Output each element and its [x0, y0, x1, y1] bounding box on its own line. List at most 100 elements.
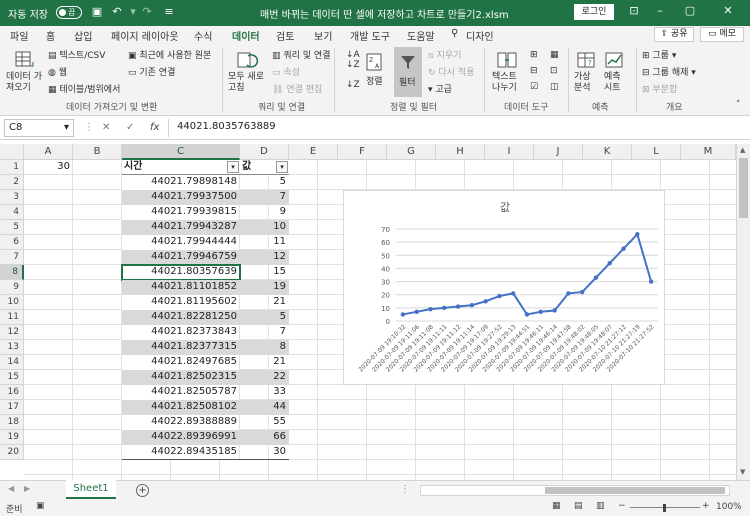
- customize-qat-icon[interactable]: ≡: [162, 5, 176, 19]
- row-header[interactable]: 5: [0, 220, 24, 235]
- table-cell-time[interactable]: 44021.79898148: [122, 175, 240, 190]
- table-cell-time[interactable]: 44021.82508102: [122, 400, 240, 415]
- column-header[interactable]: B: [73, 144, 122, 160]
- recent-sources-button[interactable]: ▣ 최근에 사용한 원본: [128, 48, 211, 61]
- row-header[interactable]: 15: [0, 370, 24, 385]
- table-cell-time[interactable]: 44021.82377315: [122, 340, 240, 355]
- vertical-scrollbar[interactable]: ▲ ▼: [736, 144, 750, 480]
- flash-fill-icon[interactable]: ⊞: [530, 50, 538, 60]
- redo-icon[interactable]: ↷: [140, 5, 154, 19]
- comments-button[interactable]: ▭ 메모: [700, 27, 744, 42]
- restore-icon[interactable]: ▢: [680, 4, 700, 20]
- table-cell-time[interactable]: 44021.79946759: [122, 250, 240, 265]
- minimize-icon[interactable]: –: [650, 4, 670, 20]
- save-icon[interactable]: ▣: [90, 5, 104, 19]
- login-button[interactable]: 로그인: [574, 4, 614, 20]
- table-cell-value[interactable]: 21: [240, 295, 289, 310]
- table-cell-value[interactable]: 8: [240, 340, 289, 355]
- row-header[interactable]: 17: [0, 400, 24, 415]
- table-cell-time[interactable]: 44021.82505787: [122, 385, 240, 400]
- cancel-icon[interactable]: ✕: [102, 122, 110, 133]
- table-header-value[interactable]: 값 ▾: [240, 160, 289, 175]
- filter-dropdown-icon[interactable]: ▾: [276, 161, 288, 173]
- row-header[interactable]: 12: [0, 325, 24, 340]
- macro-record-icon[interactable]: ▣: [36, 501, 45, 511]
- ribbon-display-icon[interactable]: ⊡: [624, 4, 644, 20]
- table-cell-value[interactable]: 33: [240, 385, 289, 400]
- scroll-down-icon[interactable]: ▼: [740, 468, 745, 476]
- relationships-icon[interactable]: ⊡: [550, 66, 558, 76]
- row-header[interactable]: 6: [0, 235, 24, 250]
- row-header[interactable]: 20: [0, 445, 24, 460]
- enter-icon[interactable]: ✓: [126, 122, 134, 133]
- row-header[interactable]: 16: [0, 385, 24, 400]
- table-cell-time[interactable]: 44021.79944444: [122, 235, 240, 250]
- table-cell-value[interactable]: 9: [240, 205, 289, 220]
- formula-input[interactable]: 44021.8035763889: [168, 119, 744, 137]
- zoom-level[interactable]: 100%: [716, 502, 742, 512]
- select-all-corner[interactable]: [0, 144, 24, 160]
- column-header[interactable]: D: [240, 144, 289, 160]
- remove-duplicates-icon[interactable]: ⊟: [530, 66, 538, 76]
- autosave-toggle[interactable]: 끔: [56, 6, 82, 19]
- name-box[interactable]: C8 ▾: [4, 119, 74, 137]
- cell-a1[interactable]: 30: [24, 160, 73, 175]
- table-cell-time[interactable]: 44022.89396991: [122, 430, 240, 445]
- insert-function-icon[interactable]: fx: [150, 122, 159, 133]
- zoom-in-icon[interactable]: +: [702, 501, 710, 511]
- from-table-button[interactable]: ▦ 테이블/범위에서: [48, 82, 120, 95]
- horizontal-scrollbar-thumb[interactable]: [545, 487, 725, 494]
- subtotal-button[interactable]: ⊠ 부분합: [642, 82, 677, 95]
- table-cell-time[interactable]: 44021.81195602: [122, 295, 240, 310]
- horizontal-scrollbar[interactable]: [420, 485, 730, 496]
- row-header[interactable]: 10: [0, 295, 24, 310]
- column-header[interactable]: K: [583, 144, 632, 160]
- table-cell-value[interactable]: 66: [240, 430, 289, 445]
- get-data-button[interactable]: 데이터 가져오기: [6, 72, 44, 94]
- table-cell-time[interactable]: 44021.79937500: [122, 190, 240, 205]
- table-cell-time[interactable]: 44021.82281250: [122, 310, 240, 325]
- column-header[interactable]: F: [338, 144, 387, 160]
- table-cell-value[interactable]: 7: [240, 190, 289, 205]
- scroll-tabs-right-icon[interactable]: ▶: [24, 484, 30, 493]
- close-icon[interactable]: ✕: [718, 4, 738, 20]
- filter-dropdown-icon[interactable]: ▾: [227, 161, 239, 173]
- tab-page-layout[interactable]: 페이지 레이아웃: [111, 28, 179, 43]
- table-header-time[interactable]: 시간 ▾: [122, 160, 240, 175]
- table-cell-value[interactable]: 19: [240, 280, 289, 295]
- from-web-button[interactable]: ◍ 웹: [48, 65, 67, 78]
- zoom-slider[interactable]: [630, 504, 700, 512]
- tab-formulas[interactable]: 수식: [194, 28, 212, 43]
- properties-button[interactable]: ▭ 속성: [272, 65, 300, 78]
- table-cell-value[interactable]: 44: [240, 400, 289, 415]
- row-header[interactable]: 14: [0, 355, 24, 370]
- row-header[interactable]: 8: [0, 265, 24, 280]
- scrollbar-thumb[interactable]: [739, 158, 748, 218]
- table-cell-value[interactable]: 5: [240, 175, 289, 190]
- table-cell-time[interactable]: 44021.80357639: [121, 264, 241, 281]
- column-header[interactable]: M: [681, 144, 736, 160]
- consolidate-icon[interactable]: ▦: [550, 50, 559, 60]
- table-cell-value[interactable]: 10: [240, 220, 289, 235]
- table-cell-time[interactable]: 44022.89435185: [122, 445, 240, 460]
- column-header[interactable]: I: [485, 144, 534, 160]
- table-cell-value[interactable]: 7: [240, 325, 289, 340]
- table-cell-value[interactable]: 12: [240, 250, 289, 265]
- share-button[interactable]: ⇪ 공유: [654, 27, 694, 42]
- table-cell-time[interactable]: 44021.79939815: [122, 205, 240, 220]
- sort-button[interactable]: 정렬: [366, 74, 383, 87]
- table-cell-value[interactable]: 5: [240, 310, 289, 325]
- row-header[interactable]: 19: [0, 430, 24, 445]
- page-break-view-icon[interactable]: ▥: [596, 501, 605, 511]
- clear-button[interactable]: ⧅ 지우기: [428, 48, 461, 61]
- scroll-up-icon[interactable]: ▲: [740, 146, 745, 154]
- column-header[interactable]: J: [534, 144, 583, 160]
- tab-home[interactable]: 홈: [46, 28, 55, 43]
- table-cell-value[interactable]: 30: [240, 445, 289, 460]
- scroll-tabs-left-icon[interactable]: ◀: [8, 484, 14, 493]
- row-header[interactable]: 11: [0, 310, 24, 325]
- row-header[interactable]: 4: [0, 205, 24, 220]
- tab-file[interactable]: 파일: [10, 28, 28, 43]
- row-header[interactable]: 9: [0, 280, 24, 295]
- advanced-button[interactable]: ▾ 고급: [428, 82, 452, 95]
